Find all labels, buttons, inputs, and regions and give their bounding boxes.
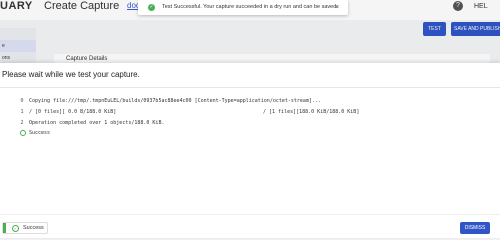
success-circle-icon bbox=[18, 129, 26, 137]
close-icon[interactable]: × bbox=[335, 3, 339, 12]
test-capture-dialog: Please wait while we test your capture. … bbox=[0, 63, 500, 238]
check-circle-icon: ✓ bbox=[148, 4, 155, 11]
status-indicator-bar bbox=[3, 223, 6, 233]
footer-divider bbox=[0, 214, 500, 215]
log-text: Operation completed over 1 objects/188.0… bbox=[29, 120, 165, 126]
toast-notification: ✓ Test Successful. Your capture succeede… bbox=[138, 0, 348, 15]
status-label: Success bbox=[23, 225, 44, 231]
dismiss-button[interactable]: DISMISS bbox=[460, 222, 490, 234]
check-circle-icon: ✓ bbox=[12, 225, 19, 232]
line-number: 1 bbox=[20, 109, 24, 115]
log-text: Copying file:///tmp/.tmpnEuLEL/builds/09… bbox=[29, 98, 321, 104]
log-line: 2 Operation completed over 1 objects/188.… bbox=[18, 119, 164, 127]
dialog-title: Please wait while we test your capture. bbox=[2, 70, 140, 79]
log-text: Success bbox=[29, 130, 51, 136]
log-line: Success bbox=[18, 129, 50, 137]
log-line: 0 Copying file:///tmp/.tmpnEuLEL/builds/0… bbox=[18, 97, 321, 105]
line-number: 2 bbox=[20, 120, 24, 126]
divider bbox=[0, 87, 500, 88]
line-number: 0 bbox=[20, 98, 24, 104]
log-line: 1 / [0 files][ 0.0 B/188.0 KiB] / [1 file… bbox=[18, 108, 488, 116]
log-text-right: / [1 files][188.0 KiB/188.0 KiB] bbox=[263, 109, 360, 115]
toast-message: Test Successful. Your capture succeeded … bbox=[162, 4, 338, 10]
status-badge: ✓ Success bbox=[2, 222, 48, 234]
log-text: / [0 files][ 0.0 B/188.0 KiB] bbox=[29, 109, 117, 115]
